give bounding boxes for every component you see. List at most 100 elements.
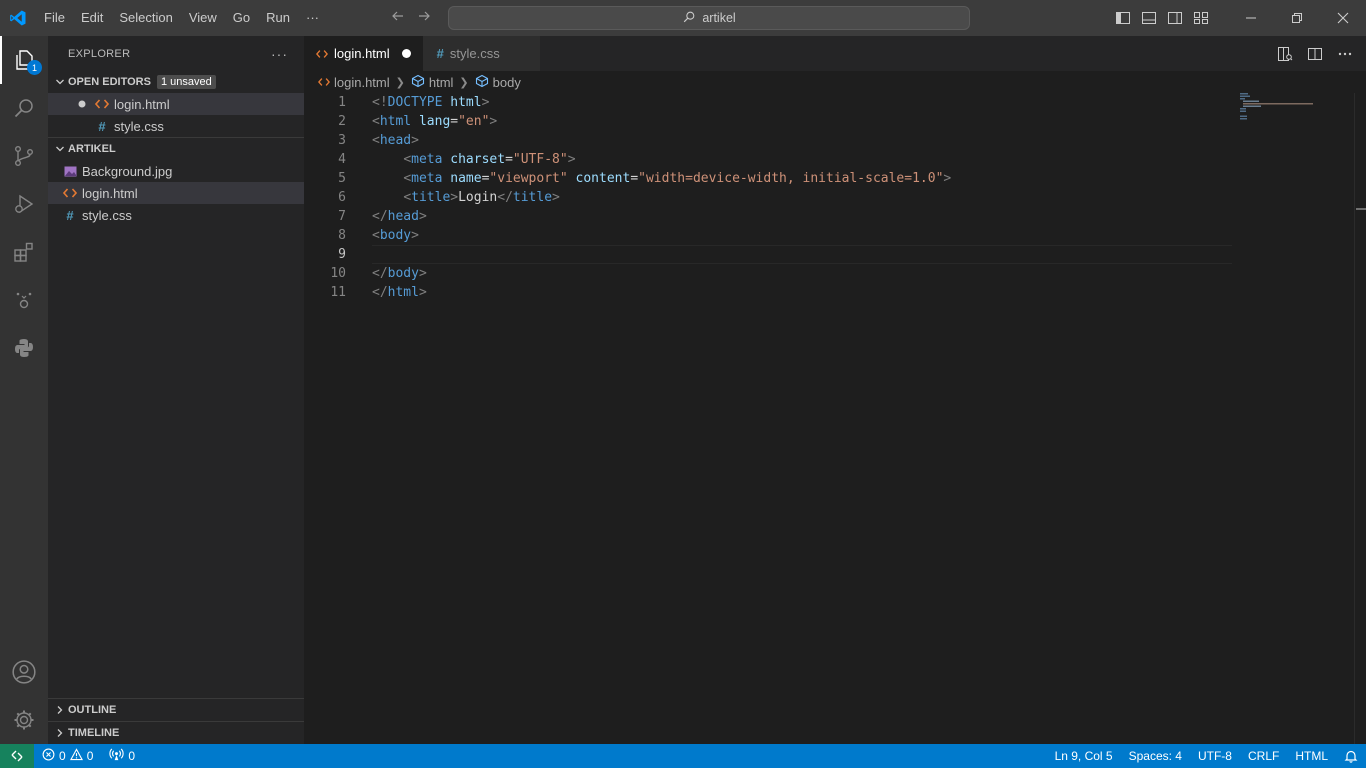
code-line[interactable]: 8 <body> — [304, 226, 1232, 245]
menu-edit[interactable]: Edit — [73, 0, 111, 36]
accounts-icon[interactable] — [0, 648, 48, 696]
settings-gear-icon[interactable] — [0, 696, 48, 744]
code-line[interactable]: 5 <meta name="viewport" content="width=d… — [304, 169, 1232, 188]
code-token: < — [372, 228, 380, 243]
python-icon[interactable] — [0, 324, 48, 372]
menu-file[interactable]: File — [36, 0, 73, 36]
menu-go[interactable]: Go — [225, 0, 258, 36]
code-token: > — [943, 171, 952, 186]
encoding[interactable]: UTF-8 — [1190, 744, 1240, 768]
line-number: 4 — [338, 152, 346, 167]
open-editor-item[interactable]: login.html — [48, 93, 304, 115]
explorer-more-actions[interactable]: ··· — [271, 46, 288, 62]
code-token: html — [379, 114, 412, 129]
editor-group: login.html # style.css login.html ❯ html… — [304, 36, 1366, 744]
code-editor[interactable]: 1 <!DOCTYPE html> 2 <html lang="en"> 3 <head>… — [304, 93, 1232, 302]
tab-style-css[interactable]: # style.css — [422, 36, 540, 71]
editor-actions — [1272, 36, 1366, 71]
more-actions-icon[interactable] — [1332, 41, 1358, 67]
code-line[interactable]: 7 </head> — [304, 207, 1232, 226]
restore-icon[interactable] — [1274, 0, 1320, 36]
live-share-icon[interactable] — [0, 276, 48, 324]
outline-label: OUTLINE — [68, 704, 117, 716]
navigation-arrows — [390, 0, 432, 36]
command-center-search[interactable]: artikel — [448, 6, 970, 30]
notifications-bell-icon[interactable] — [1336, 744, 1366, 768]
forward-arrow-icon[interactable] — [416, 8, 432, 29]
folder-section-header[interactable]: ARTIKEL — [48, 138, 304, 160]
code-token: DOCTYPE — [387, 95, 443, 110]
file-tree-label: login.html — [82, 185, 138, 201]
minimap[interactable] — [1240, 93, 1352, 123]
explorer-activity-icon[interactable]: 1 — [0, 36, 48, 84]
indentation[interactable]: Spaces: 4 — [1121, 744, 1190, 768]
remote-indicator-icon[interactable] — [0, 744, 34, 768]
tab-login-html[interactable]: login.html — [304, 36, 423, 71]
toggle-secondary-sidebar-icon[interactable] — [1162, 0, 1188, 36]
line-number: 8 — [338, 228, 346, 243]
file-tree-item[interactable]: login.html — [48, 182, 304, 204]
customize-layout-icon[interactable] — [1188, 0, 1214, 36]
minimize-icon[interactable] — [1228, 0, 1274, 36]
chevron-down-icon — [52, 144, 68, 154]
search-icon — [682, 10, 696, 27]
warning-count: 0 — [86, 749, 94, 763]
error-icon — [42, 748, 55, 764]
file-tree-label: Background.jpg — [82, 163, 173, 179]
source-control-icon[interactable] — [0, 132, 48, 180]
menu-selection[interactable]: Selection — [111, 0, 180, 36]
outline-section-header[interactable]: OUTLINE — [48, 699, 304, 721]
code-line[interactable]: 11 </html> — [304, 283, 1232, 302]
breadcrumb-body[interactable]: body — [493, 75, 521, 90]
run-debug-icon[interactable] — [0, 180, 48, 228]
folder-label: ARTIKEL — [68, 143, 116, 155]
problems-indicator[interactable]: 0 0 — [34, 744, 101, 768]
code-line[interactable]: 10 </body> — [304, 264, 1232, 283]
breadcrumb-file[interactable]: login.html — [334, 75, 390, 90]
breadcrumb-html[interactable]: html — [429, 75, 454, 90]
code-token: content — [575, 171, 631, 186]
open-editors-section-header[interactable]: OPEN EDITORS 1 unsaved — [48, 71, 304, 93]
cursor-position[interactable]: Ln 9, Col 5 — [1047, 744, 1121, 768]
dirty-dot-icon[interactable] — [74, 100, 90, 108]
timeline-section-header[interactable]: TIMELINE — [48, 722, 304, 744]
code-token: body — [379, 228, 412, 243]
editor-scrollbar[interactable] — [1354, 93, 1366, 744]
file-tree-item[interactable]: # style.css — [48, 204, 304, 226]
language-mode[interactable]: HTML — [1287, 744, 1336, 768]
menu-run[interactable]: Run — [258, 0, 298, 36]
code-line[interactable]: 1 <!DOCTYPE html> — [304, 93, 1232, 112]
code-token: </ — [372, 285, 388, 300]
toggle-primary-sidebar-icon[interactable] — [1110, 0, 1136, 36]
code-line[interactable]: 4 <meta charset="UTF-8"> — [304, 150, 1232, 169]
code-token: > — [418, 209, 427, 224]
back-arrow-icon[interactable] — [390, 8, 406, 29]
menu-view[interactable]: View — [181, 0, 225, 36]
search-activity-icon[interactable] — [0, 84, 48, 132]
status-bar-right: Ln 9, Col 5 Spaces: 4 UTF-8 CRLF HTML — [1047, 744, 1366, 768]
open-preview-icon[interactable] — [1272, 41, 1298, 67]
line-number: 9 — [338, 247, 346, 262]
sidebar-bottom-panels: OUTLINE TIMELINE — [48, 698, 304, 744]
code-line[interactable]: 6 <title>Login</title> — [304, 188, 1232, 207]
code-line[interactable]: 2 <html lang="en"> — [304, 112, 1232, 131]
close-window-icon[interactable] — [1320, 0, 1366, 36]
split-editor-icon[interactable] — [1302, 41, 1328, 67]
extensions-icon[interactable] — [0, 228, 48, 276]
unsaved-dot-icon[interactable] — [401, 49, 411, 58]
menu-more[interactable]: ··· — [298, 0, 327, 36]
code-line[interactable]: 3 <head> — [304, 131, 1232, 150]
cursor-position-marker — [1356, 208, 1366, 210]
code-line[interactable]: 9 — [304, 245, 1232, 264]
editor-tabs: login.html # style.css — [304, 36, 1366, 71]
ports-indicator[interactable]: 0 — [101, 744, 143, 768]
line-ending[interactable]: CRLF — [1240, 744, 1287, 768]
chevron-right-icon — [52, 705, 68, 715]
open-editor-item[interactable]: # style.css — [48, 115, 304, 137]
toggle-panel-icon[interactable] — [1136, 0, 1162, 36]
file-tree-item[interactable]: Background.jpg — [48, 160, 304, 182]
